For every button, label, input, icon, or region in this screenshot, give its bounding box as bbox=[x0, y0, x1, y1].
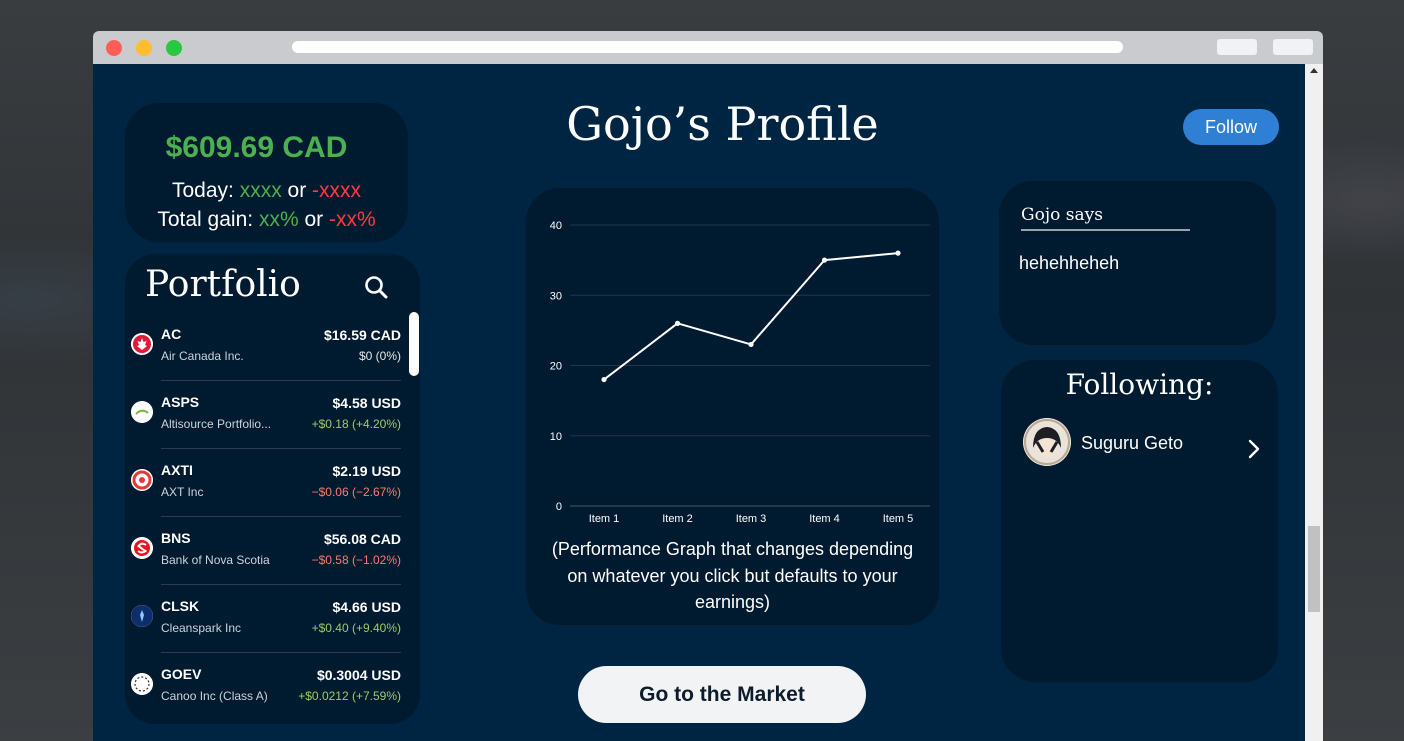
address-bar[interactable] bbox=[292, 41, 1123, 53]
divider bbox=[161, 448, 401, 449]
y-tick-label: 20 bbox=[550, 361, 562, 373]
stock-name: Altisource Portfolio... bbox=[161, 417, 272, 431]
minimize-window-button[interactable] bbox=[136, 40, 152, 56]
performance-chart: 0 10 20 30 40 Item 1 Item 2 Item 3 Item 4 Item 5 bbox=[550, 220, 930, 525]
following-title: Following: bbox=[1065, 368, 1214, 401]
says-title: Gojo says bbox=[1021, 205, 1103, 225]
toolbar-button[interactable] bbox=[1217, 39, 1257, 55]
stock-name: Canoo Inc (Class A) bbox=[161, 689, 268, 703]
series-line bbox=[603, 252, 899, 381]
today-label: Today: bbox=[171, 179, 240, 202]
data-point bbox=[748, 341, 754, 348]
data-point bbox=[821, 257, 828, 263]
stock-symbol: CLSK bbox=[161, 598, 200, 614]
list-item[interactable]: CLSK Cleanspark Inc $4.66 USD +$0.40 (+9… bbox=[125, 598, 420, 666]
stock-change: $0 (0%) bbox=[358, 349, 401, 363]
y-tick-label: 40 bbox=[550, 220, 562, 232]
performance-graph-card[interactable]: 0 10 20 30 40 Item 1 Item 2 Item 3 Item 4 Item 5 … bbox=[526, 188, 939, 625]
says-underline bbox=[1021, 229, 1190, 231]
list-item[interactable]: AXTI AXT Inc $2.19 USD −$0.06 (−2.67%) bbox=[125, 462, 420, 530]
data-point bbox=[601, 376, 607, 383]
today-or: or bbox=[281, 179, 313, 202]
total-up-value: xx% bbox=[258, 208, 299, 231]
today-up-value: xxxx bbox=[239, 179, 282, 202]
data-point bbox=[674, 320, 681, 326]
gojo-says-card: Gojo says hehehheheh bbox=[999, 181, 1276, 345]
x-tick-label: Item 1 bbox=[589, 513, 620, 525]
toolbar-button[interactable] bbox=[1273, 39, 1313, 55]
x-tick-label: Item 5 bbox=[883, 513, 914, 525]
portfolio-card: Portfolio AC Air Canada Inc. $16.59 CAD … bbox=[125, 254, 420, 724]
x-tick-label: Item 2 bbox=[662, 513, 693, 525]
says-text: hehehheheh bbox=[1019, 253, 1120, 273]
air-canada-logo-icon bbox=[131, 333, 153, 355]
x-tick-label: Item 4 bbox=[809, 513, 840, 525]
page-scrollbar[interactable] bbox=[1305, 64, 1323, 741]
stock-price: $0.3004 USD bbox=[316, 667, 401, 683]
list-item[interactable]: ASPS Altisource Portfolio... $4.58 USD +… bbox=[125, 394, 420, 462]
stock-symbol: ASPS bbox=[161, 394, 200, 410]
y-tick-label: 30 bbox=[550, 290, 562, 302]
cleanspark-logo-icon bbox=[131, 605, 153, 627]
divider bbox=[161, 516, 401, 517]
scotiabank-logo-icon bbox=[131, 537, 153, 559]
total-down-value: -xx% bbox=[328, 208, 376, 231]
go-to-market-button[interactable]: Go to the Market bbox=[578, 666, 866, 723]
browser-titlebar bbox=[93, 31, 1323, 64]
stock-change: +$0.18 (+4.20%) bbox=[311, 417, 401, 431]
axt-logo-icon bbox=[131, 469, 153, 491]
stock-price: $4.66 USD bbox=[332, 599, 401, 615]
browser-window: $609.69 CAD Today: xxxx or -xxxx Total g… bbox=[93, 31, 1323, 741]
divider bbox=[161, 652, 401, 653]
y-tick-label: 10 bbox=[550, 431, 562, 443]
total-or: or bbox=[298, 208, 329, 231]
stock-price: $4.58 USD bbox=[332, 395, 401, 411]
stock-name: Cleanspark Inc bbox=[161, 621, 242, 635]
search-icon[interactable] bbox=[363, 274, 389, 300]
chevron-right-icon[interactable] bbox=[1247, 438, 1261, 460]
page-title: Gojo’s Profile bbox=[566, 97, 879, 151]
list-item[interactable]: GOEV Canoo Inc (Class A) $0.3004 USD +$0… bbox=[125, 666, 420, 724]
stock-change: −$0.06 (−2.67%) bbox=[311, 485, 401, 499]
stock-change: +$0.0212 (+7.59%) bbox=[298, 689, 401, 703]
graph-caption: (Performance Graph that changes dependin… bbox=[551, 539, 914, 612]
stock-change: −$0.58 (−1.02%) bbox=[311, 553, 401, 567]
avatar[interactable] bbox=[1023, 418, 1071, 466]
list-item[interactable]: BNS Bank of Nova Scotia $56.08 CAD −$0.5… bbox=[125, 530, 420, 598]
page-content: $609.69 CAD Today: xxxx or -xxxx Total g… bbox=[93, 64, 1305, 741]
scrollbar-thumb[interactable] bbox=[1308, 526, 1320, 612]
altisource-logo-icon bbox=[131, 401, 153, 423]
portfolio-scrollbar[interactable] bbox=[409, 312, 419, 376]
stock-change: +$0.40 (+9.40%) bbox=[311, 621, 401, 635]
canoo-logo-icon bbox=[131, 673, 153, 695]
following-user-name[interactable]: Suguru Geto bbox=[1081, 433, 1183, 454]
portfolio-title: Portfolio bbox=[145, 264, 301, 305]
total-label: Total gain: bbox=[157, 208, 259, 231]
x-tick-label: Item 3 bbox=[736, 513, 767, 525]
stock-name: Bank of Nova Scotia bbox=[161, 553, 270, 567]
following-card: Following: Suguru Geto bbox=[1001, 360, 1278, 682]
close-window-button[interactable] bbox=[106, 40, 122, 56]
stock-symbol: AC bbox=[161, 326, 182, 342]
stock-name: AXT Inc bbox=[161, 485, 204, 499]
stock-price: $2.19 USD bbox=[332, 463, 401, 479]
scroll-up-arrow-icon[interactable] bbox=[1310, 68, 1318, 73]
total-gain: Total gain: xx% or -xx% bbox=[125, 208, 408, 232]
today-change: Today: xxxx or -xxxx bbox=[125, 179, 408, 203]
stock-price: $56.08 CAD bbox=[323, 531, 401, 547]
y-tick-label: 0 bbox=[556, 501, 562, 513]
stock-symbol: AXTI bbox=[161, 462, 193, 478]
stock-symbol: GOEV bbox=[161, 666, 202, 682]
list-item[interactable]: AC Air Canada Inc. $16.59 CAD $0 (0%) bbox=[125, 326, 420, 394]
maximize-window-button[interactable] bbox=[166, 40, 182, 56]
stock-price: $16.59 CAD bbox=[323, 327, 401, 343]
divider bbox=[161, 380, 401, 381]
follow-button[interactable]: Follow bbox=[1183, 109, 1279, 145]
today-down-value: -xxxx bbox=[312, 179, 362, 202]
data-point bbox=[895, 250, 901, 256]
stock-name: Air Canada Inc. bbox=[161, 349, 244, 363]
divider bbox=[161, 584, 401, 585]
stock-symbol: BNS bbox=[161, 530, 191, 546]
